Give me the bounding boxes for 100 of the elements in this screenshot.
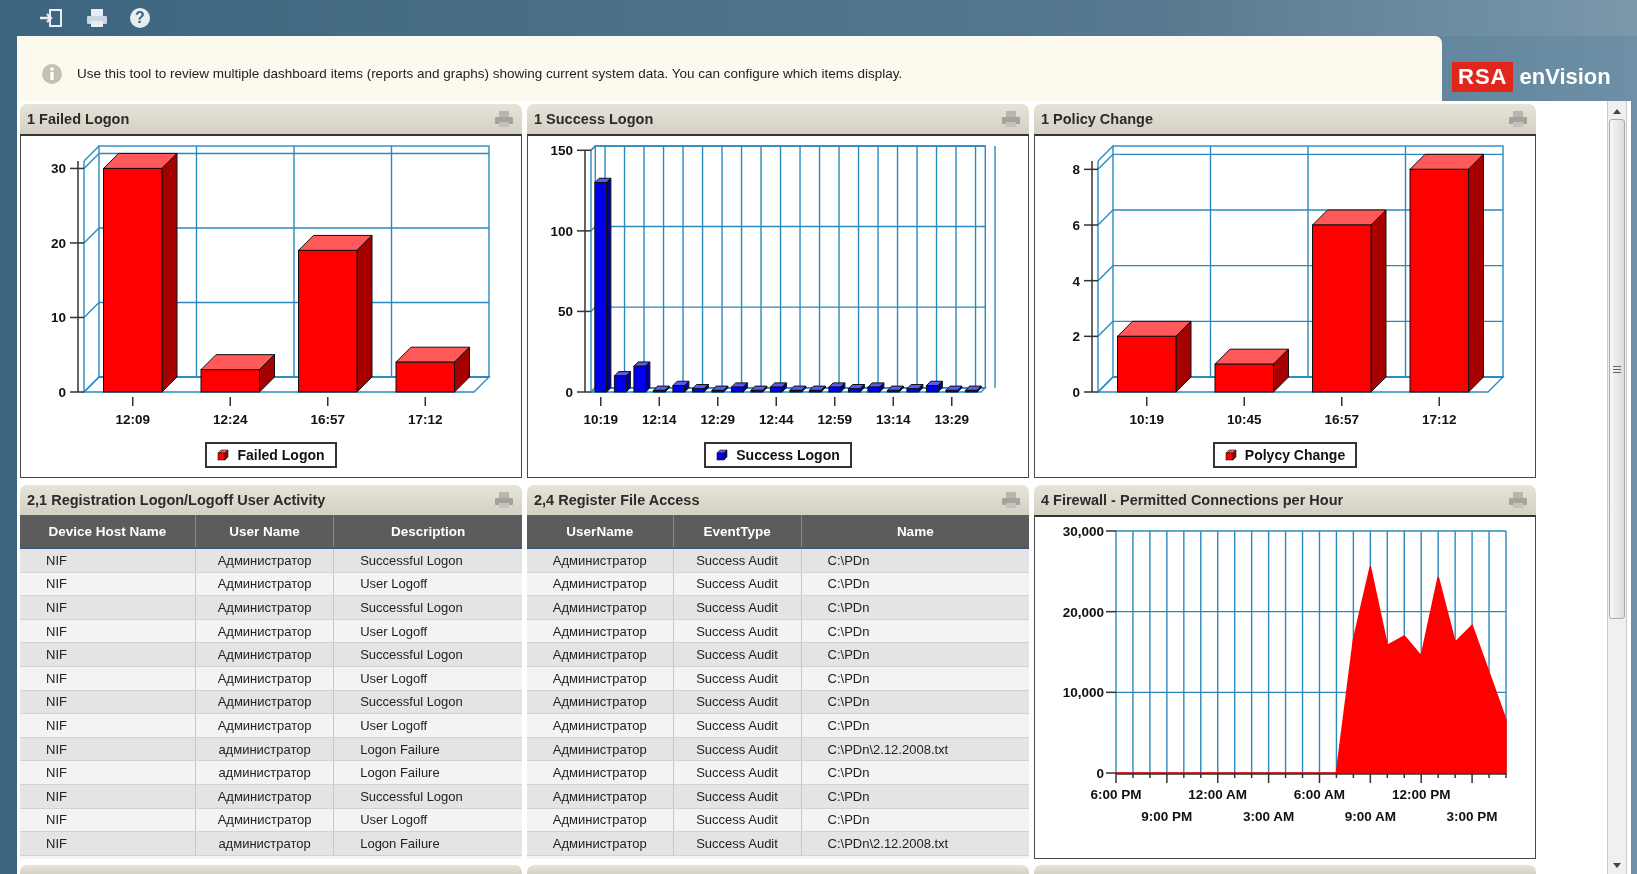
legend-label: Failed Logon <box>237 447 325 463</box>
y-axis-label: 0 <box>1072 385 1080 400</box>
table-cell: NIF <box>20 690 196 714</box>
exit-icon[interactable] <box>38 8 64 28</box>
table-cell: Successful Logon <box>333 690 522 714</box>
scrollbar-thumb[interactable] <box>1609 119 1625 619</box>
bar <box>769 386 783 393</box>
scroll-down-icon[interactable] <box>1612 862 1622 870</box>
y-axis-label: 10 <box>50 310 66 326</box>
logo-name: enVision <box>1519 63 1611 90</box>
table-cell: C:\PDn <box>801 572 1029 596</box>
x-axis-label: 6:00 AM <box>1293 787 1346 802</box>
bar <box>867 386 881 393</box>
table-cell: NIF <box>20 737 196 761</box>
x-axis-label: 10:45 <box>1227 412 1262 427</box>
panel-title: 1 Failed Logon <box>27 111 130 127</box>
table-cell: User Logoff <box>333 713 522 738</box>
legend-swatch-icon <box>1224 449 1237 461</box>
x-axis-label: 12:44 <box>759 412 794 427</box>
y-axis-label: 0 <box>565 385 573 400</box>
table-cell: Администратор <box>195 595 334 620</box>
table-cell: NIF <box>20 808 196 832</box>
table-cell: Successful Logon <box>333 548 522 573</box>
bar <box>730 386 744 393</box>
x-axis-label: 3:00 PM <box>1446 809 1498 821</box>
y-axis-label: 6 <box>1072 218 1080 233</box>
table-cell: Администратор <box>527 690 674 714</box>
table-cell: Администратор <box>527 595 674 620</box>
table-cell: C:\PDn <box>801 619 1029 643</box>
y-axis-label: 50 <box>557 304 573 320</box>
table-cell: NIF <box>20 642 196 667</box>
table-cell: Администратор <box>527 784 674 809</box>
y-axis-label: 30,000 <box>1062 524 1104 539</box>
x-axis-label: 12:59 <box>817 412 852 427</box>
column-header[interactable]: EventType <box>673 515 802 548</box>
table-cell: администратор <box>195 737 334 761</box>
table-cell: Success Audit <box>673 713 802 738</box>
panel-title: 1 Policy Change <box>1041 111 1153 127</box>
panel-title: 4 Firewall - Permitted Connections per Hour <box>1041 492 1344 508</box>
table-cell: C:\PDn <box>801 595 1029 620</box>
y-axis-label: 0 <box>58 385 66 400</box>
panel-title: 1 Success Logon <box>534 111 654 127</box>
scrollbar[interactable] <box>1607 101 1627 874</box>
table-cell: User Logoff <box>333 666 522 691</box>
panel-title: 2,1 Registration Logon/Logoff User Activity <box>27 492 326 508</box>
column-header[interactable]: Description <box>333 515 522 548</box>
table-cell: Logon Failure <box>333 737 522 761</box>
table-cell: C:\PDn <box>801 784 1029 809</box>
table-cell: Success Audit <box>673 572 802 596</box>
x-axis-label: 17:12 <box>408 412 443 427</box>
table-cell: Success Audit <box>673 642 802 667</box>
table-cell: Администратор <box>527 760 674 785</box>
table-cell: Success Audit <box>673 619 802 643</box>
bar <box>1214 363 1274 393</box>
bar <box>925 385 939 393</box>
table-cell: Администратор <box>195 808 334 832</box>
bar <box>672 385 686 393</box>
table-cell: Success Audit <box>673 831 802 856</box>
legend-label: Success Logon <box>736 447 840 463</box>
table-cell: Successful Logon <box>333 784 522 809</box>
x-axis-label: 12:00 PM <box>1391 787 1451 802</box>
table-cell: Администратор <box>195 690 334 714</box>
bar <box>945 389 959 393</box>
table-cell: Successful Logon <box>333 595 522 620</box>
column-header[interactable]: User Name <box>195 515 334 548</box>
y-axis-label: 4 <box>1072 273 1080 289</box>
table-cell: C:\PDn\2.12.2008.txt <box>801 831 1029 856</box>
y-axis-label: 30 <box>50 161 66 177</box>
help-icon[interactable]: ? <box>130 8 150 28</box>
table-cell: администратор <box>195 760 334 785</box>
legend-swatch-icon <box>217 449 230 461</box>
table-cell: Successful Logon <box>333 642 522 667</box>
x-axis-label: 9:00 PM <box>1141 809 1193 821</box>
table-cell: Success Audit <box>673 595 802 620</box>
table-cell: C:\PDn <box>801 690 1029 714</box>
bar <box>395 361 455 393</box>
column-header[interactable]: Name <box>801 515 1029 548</box>
y-axis-label: 20,000 <box>1062 604 1104 620</box>
x-axis-label: 12:29 <box>700 412 735 427</box>
table-cell: Администратор <box>527 572 674 596</box>
bar <box>886 389 900 393</box>
bar <box>789 389 803 393</box>
printer-icon[interactable] <box>86 8 108 28</box>
column-header[interactable]: UserName <box>527 515 674 548</box>
column-header[interactable]: Device Host Name <box>20 515 196 548</box>
table-cell: Logon Failure <box>333 831 522 856</box>
y-axis-label: 8 <box>1072 162 1080 178</box>
x-axis-label: 16:57 <box>1324 412 1359 427</box>
table-cell: администратор <box>195 831 334 856</box>
logo-mark: RSA <box>1452 61 1514 92</box>
bar <box>200 369 260 393</box>
bar <box>847 388 861 393</box>
x-axis-label: 12:00 AM <box>1188 787 1248 802</box>
x-axis-label: 6:00 PM <box>1090 787 1142 802</box>
table-cell: C:\PDn <box>801 808 1029 832</box>
table-cell: User Logoff <box>333 619 522 643</box>
table-cell: Success Audit <box>673 690 802 714</box>
scroll-up-icon[interactable] <box>1612 107 1622 115</box>
table-cell: Администратор <box>527 619 674 643</box>
table-cell: Администратор <box>195 713 334 738</box>
